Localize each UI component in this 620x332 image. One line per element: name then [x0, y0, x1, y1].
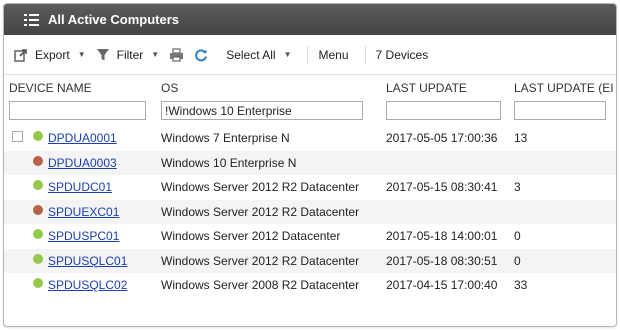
- column-header-device-name[interactable]: DEVICE NAME: [9, 81, 92, 95]
- computers-panel: All Active Computers Export ▼ Filter ▼ S…: [3, 3, 617, 327]
- last-update-cell: 2017-05-18 08:30:51: [386, 253, 498, 268]
- menu-label: Menu: [318, 47, 349, 62]
- status-dot: [33, 180, 43, 190]
- os-cell: Windows 7 Enterprise N: [161, 131, 290, 145]
- last-update-cell: 2017-05-18 14:00:01: [386, 229, 498, 243]
- last-update-filter-input[interactable]: [386, 101, 501, 120]
- panel-header: All Active Computers: [4, 4, 616, 35]
- status-dot: [33, 229, 43, 239]
- menu-button[interactable]: Menu: [318, 48, 348, 62]
- export-label: Export: [35, 47, 70, 62]
- last-update-cell: 2017-04-15 17:00:40: [386, 278, 498, 292]
- os-cell: Windows Server 2008 R2 Datacenter: [161, 278, 360, 292]
- status-dot: [33, 131, 43, 141]
- device-link[interactable]: SPDUEXC01: [48, 205, 119, 219]
- chevron-down-icon: ▼: [77, 50, 86, 59]
- os-cell: Windows Server 2012 Datacenter: [161, 229, 341, 243]
- table-row[interactable]: DPDUA0001 Windows 7 Enterprise N 2017-05…: [4, 126, 616, 151]
- table-row[interactable]: SPDUEXC01 Windows Server 2012 R2 Datacen…: [4, 199, 616, 224]
- toolbar: Export ▼ Filter ▼ Select All ▼ Menu 7 De…: [4, 35, 616, 75]
- last-update-cell: 2017-05-15 08:30:41: [386, 180, 498, 194]
- device-link[interactable]: DPDUA0001: [48, 131, 117, 145]
- table-row[interactable]: SPDUSQLC01 Windows Server 2012 R2 Datace…: [4, 248, 616, 273]
- device-link[interactable]: SPDUSQLC01: [48, 254, 127, 268]
- os-cell: Windows Server 2012 R2 Datacenter: [161, 204, 360, 219]
- status-dot: [33, 204, 43, 215]
- row-checkbox[interactable]: [12, 131, 23, 142]
- print-button[interactable]: [169, 47, 184, 62]
- select-all-button[interactable]: Select All ▼: [226, 48, 291, 62]
- device-table: DPDUA0001 Windows 7 Enterprise N 2017-05…: [4, 126, 616, 298]
- filter-label: Filter: [116, 47, 144, 62]
- table-row[interactable]: DPDUA0003 Windows 10 Enterprise N: [4, 150, 616, 175]
- panel-title: All Active Computers: [48, 12, 179, 27]
- os-cell: Windows Server 2012 R2 Datacenter: [161, 180, 360, 194]
- os-cell: Windows 10 Enterprise N: [161, 155, 297, 170]
- printer-icon: [170, 47, 184, 62]
- os-cell: Windows Server 2012 R2 Datacenter: [161, 253, 360, 268]
- table-row[interactable]: SPDUSPC01 Windows Server 2012 Datacenter…: [4, 224, 616, 249]
- chevron-down-icon: ▼: [283, 50, 292, 59]
- device-link[interactable]: SPDUSPC01: [48, 229, 119, 243]
- column-header-last-update-ei[interactable]: LAST UPDATE (EI: [514, 81, 614, 95]
- last-update-ei-cell: 0: [514, 253, 521, 268]
- status-dot: [33, 278, 43, 288]
- last-update-ei-filter-input[interactable]: [514, 101, 606, 120]
- toolbar-divider: [307, 45, 309, 64]
- filter-row: [4, 101, 616, 123]
- filter-button[interactable]: Filter ▼: [96, 47, 160, 62]
- table-row[interactable]: SPDUDC01 Windows Server 2012 R2 Datacent…: [4, 175, 616, 200]
- export-icon: [14, 48, 27, 62]
- chevron-down-icon: ▼: [151, 50, 160, 59]
- device-count: 7 Devices: [375, 47, 429, 62]
- column-headers: DEVICE NAME OS LAST UPDATE LAST UPDATE (…: [4, 77, 616, 99]
- list-icon: [24, 13, 39, 26]
- toolbar-divider: [364, 45, 366, 64]
- table-row[interactable]: SPDUSQLC02 Windows Server 2008 R2 Datace…: [4, 273, 616, 298]
- status-dot: [33, 253, 43, 264]
- last-update-ei-cell: 33: [514, 278, 528, 292]
- select-all-label: Select All: [226, 47, 276, 62]
- funnel-icon: [96, 48, 109, 60]
- device-name-filter-input[interactable]: [9, 101, 146, 120]
- device-link[interactable]: SPDUSQLC02: [48, 278, 127, 292]
- refresh-button[interactable]: [194, 48, 208, 62]
- last-update-ei-cell: 3: [514, 180, 521, 194]
- export-button[interactable]: Export ▼: [14, 48, 86, 62]
- last-update-cell: 2017-05-05 17:00:36: [386, 131, 498, 145]
- status-dot: [33, 155, 43, 166]
- device-link[interactable]: SPDUDC01: [48, 180, 112, 194]
- last-update-ei-cell: 13: [514, 131, 528, 145]
- device-link[interactable]: DPDUA0003: [48, 156, 117, 170]
- column-header-os[interactable]: OS: [161, 81, 178, 95]
- column-header-last-update[interactable]: LAST UPDATE: [386, 81, 467, 95]
- os-filter-input[interactable]: [161, 101, 363, 120]
- last-update-ei-cell: 0: [514, 229, 521, 243]
- refresh-icon: [195, 48, 208, 61]
